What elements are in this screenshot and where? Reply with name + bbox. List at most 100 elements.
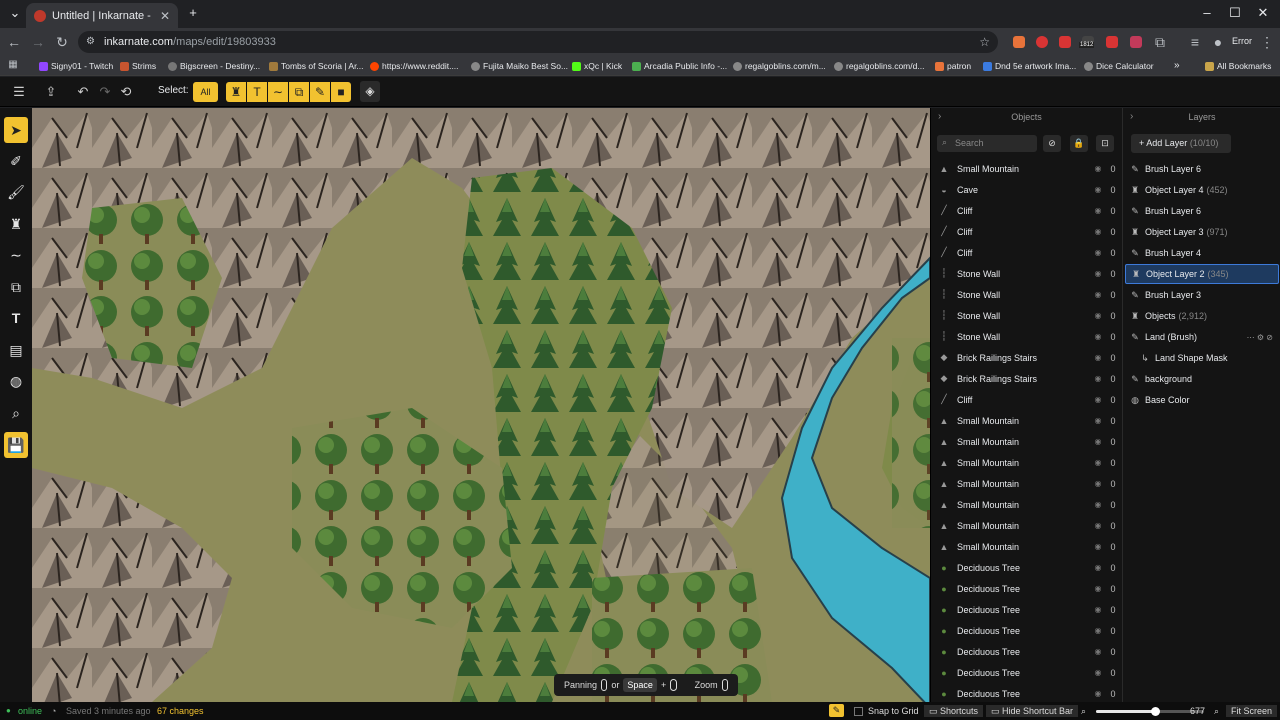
- extension-icon-1[interactable]: [1013, 36, 1025, 48]
- object-row[interactable]: ◆ Brick Railings Stairs ◉ 0: [931, 347, 1122, 368]
- object-row[interactable]: ◒ Cave ◉ 0: [931, 179, 1122, 200]
- select-shape-icon[interactable]: ⧉: [289, 82, 309, 102]
- visibility-icon[interactable]: ◉: [1092, 290, 1104, 299]
- redo-icon[interactable]: ↷: [97, 84, 113, 100]
- bookmark-0[interactable]: Signy01 - Twitch: [39, 59, 113, 73]
- lock-icon[interactable]: 🔒: [1070, 135, 1088, 152]
- export-icon[interactable]: ⇪: [43, 84, 59, 100]
- site-info-icon[interactable]: ⚙: [86, 31, 95, 53]
- shape-tool-icon[interactable]: ⧉: [4, 274, 28, 300]
- bookmark-1[interactable]: Strims: [120, 59, 156, 73]
- forward-icon[interactable]: →: [29, 33, 47, 51]
- visibility-icon[interactable]: ◉: [1092, 647, 1104, 656]
- brush-tool-icon[interactable]: 🖌: [4, 179, 28, 205]
- maximize-icon[interactable]: ☐: [1224, 4, 1246, 22]
- back-icon[interactable]: ←: [5, 33, 23, 51]
- browser-menu-icon[interactable]: ⋮: [1258, 33, 1276, 51]
- object-row[interactable]: ╱ Cliff ◉ 0: [931, 200, 1122, 221]
- profile-error-label[interactable]: Error: [1232, 36, 1252, 46]
- save-icon[interactable]: 💾: [4, 432, 28, 458]
- fit-screen-button[interactable]: Fit Screen: [1226, 705, 1278, 717]
- visibility-icon[interactable]: ◉: [1092, 311, 1104, 320]
- hamburger-menu-icon[interactable]: ☰: [11, 84, 27, 100]
- visibility-icon[interactable]: ◉: [1092, 689, 1104, 698]
- extensions-puzzle-icon[interactable]: ⧉: [1151, 33, 1169, 51]
- bookmark-7[interactable]: Arcadia Public Info -...: [632, 59, 727, 73]
- object-row[interactable]: ● Deciduous Tree ◉ 0: [931, 620, 1122, 641]
- extension-icon-2[interactable]: [1036, 36, 1048, 48]
- visibility-icon[interactable]: ◉: [1092, 605, 1104, 614]
- close-tab-icon[interactable]: ✕: [160, 9, 170, 23]
- object-row[interactable]: ▲ Small Mountain ◉ 0: [931, 431, 1122, 452]
- visibility-icon[interactable]: ◉: [1092, 269, 1104, 278]
- layers-toggle-icon[interactable]: ◈: [360, 81, 380, 102]
- tab-search-icon[interactable]: ⌄: [4, 4, 26, 22]
- layer-row[interactable]: ♜ Objects (2,912): [1125, 306, 1279, 326]
- object-row[interactable]: ┆ Stone Wall ◉ 0: [931, 326, 1122, 347]
- visibility-icon[interactable]: ◉: [1092, 542, 1104, 551]
- bookmark-star-icon[interactable]: ☆: [979, 31, 990, 53]
- visibility-icon[interactable]: ◉: [1092, 563, 1104, 572]
- layer-row[interactable]: ♜ Object Layer 2 (345): [1125, 264, 1279, 284]
- minimize-icon[interactable]: –: [1196, 4, 1218, 22]
- object-row[interactable]: ▲ Small Mountain ◉ 0: [931, 515, 1122, 536]
- snap-to-grid-checkbox[interactable]: [854, 707, 863, 716]
- select-tool-icon[interactable]: ➤: [4, 117, 28, 143]
- layer-row[interactable]: ↳ Land Shape Mask: [1125, 348, 1279, 368]
- visibility-icon[interactable]: ◉: [1092, 374, 1104, 383]
- all-bookmarks[interactable]: All Bookmarks: [1205, 59, 1271, 73]
- pencil-edit-icon[interactable]: ✎: [829, 704, 844, 717]
- changes-count[interactable]: 67 changes: [157, 705, 204, 717]
- shortcuts-button[interactable]: ▭ Shortcuts: [924, 705, 984, 717]
- object-row[interactable]: ┆ Stone Wall ◉ 0: [931, 263, 1122, 284]
- visibility-icon[interactable]: ◉: [1092, 395, 1104, 404]
- undo-icon[interactable]: ↶: [75, 84, 91, 100]
- zoom-tool-icon[interactable]: ⌕: [4, 400, 28, 426]
- zoom-slider-handle[interactable]: [1151, 707, 1161, 716]
- visibility-icon[interactable]: ◉: [1092, 584, 1104, 593]
- object-row[interactable]: ▲ Small Mountain ◉ 0: [931, 473, 1122, 494]
- zoom-out-icon[interactable]: ⌕: [1081, 705, 1086, 717]
- select-all-button[interactable]: All: [193, 82, 218, 102]
- select-path-icon[interactable]: ∼: [268, 82, 288, 102]
- bookmark-12[interactable]: Dice Calculator: [1084, 59, 1154, 73]
- visibility-icon[interactable]: ◉: [1092, 521, 1104, 530]
- visibility-icon[interactable]: ◉: [1092, 500, 1104, 509]
- layer-row[interactable]: ✎ Brush Layer 4: [1125, 243, 1279, 263]
- reload-icon[interactable]: ↻: [53, 33, 71, 51]
- new-tab-icon[interactable]: +: [182, 4, 204, 22]
- object-row[interactable]: ● Deciduous Tree ◉ 0: [931, 641, 1122, 662]
- visibility-icon[interactable]: ◉: [1092, 626, 1104, 635]
- layer-row[interactable]: ♜ Object Layer 3 (971): [1125, 222, 1279, 242]
- globe-tool-icon[interactable]: ◍: [4, 368, 28, 394]
- bookmark-4[interactable]: https://www.reddit....: [370, 59, 459, 73]
- bookmark-11[interactable]: Dnd 5e artwork Ima...: [983, 59, 1076, 73]
- eyedropper-tool-icon[interactable]: ✐: [4, 148, 28, 174]
- object-row[interactable]: ◆ Brick Railings Stairs ◉ 0: [931, 368, 1122, 389]
- select-brush-icon[interactable]: ✎: [310, 82, 330, 102]
- browser-tab[interactable]: Untitled | Inkarnate - Create Fa ✕: [26, 3, 178, 28]
- object-row[interactable]: ▲ Small Mountain ◉ 0: [931, 494, 1122, 515]
- visibility-icon[interactable]: ◉: [1092, 437, 1104, 446]
- visibility-icon[interactable]: ◉: [1092, 353, 1104, 362]
- select-objects-icon[interactable]: ♜: [226, 82, 246, 102]
- text-tool-icon[interactable]: T: [4, 305, 28, 331]
- zoom-in-icon[interactable]: ⌕: [1214, 705, 1219, 717]
- visibility-icon[interactable]: ◉: [1092, 164, 1104, 173]
- layer-row[interactable]: ✎ Brush Layer 6: [1125, 159, 1279, 179]
- profile-icon[interactable]: ●: [1209, 33, 1227, 51]
- visibility-icon[interactable]: ◉: [1092, 416, 1104, 425]
- visibility-icon[interactable]: ◉: [1092, 332, 1104, 341]
- bookmark-8[interactable]: regalgoblins.com/m...: [733, 59, 826, 73]
- history-icon[interactable]: ⟲: [118, 84, 134, 100]
- object-row[interactable]: ● Deciduous Tree ◉ 0: [931, 662, 1122, 683]
- extension-icon-6[interactable]: [1130, 36, 1142, 48]
- path-tool-icon[interactable]: ∼: [4, 242, 28, 268]
- add-layer-button[interactable]: + Add Layer (10/10): [1131, 134, 1231, 153]
- layer-actions-icon[interactable]: ⋯ ⚙ ⊘: [1247, 333, 1273, 342]
- object-row[interactable]: ┆ Stone Wall ◉ 0: [931, 305, 1122, 326]
- reading-list-icon[interactable]: ≡: [1186, 33, 1204, 51]
- bookmark-5[interactable]: Fujita Maiko Best So...: [471, 59, 568, 73]
- object-row[interactable]: ● Deciduous Tree ◉ 0: [931, 578, 1122, 599]
- object-row[interactable]: ● Deciduous Tree ◉ 0: [931, 599, 1122, 620]
